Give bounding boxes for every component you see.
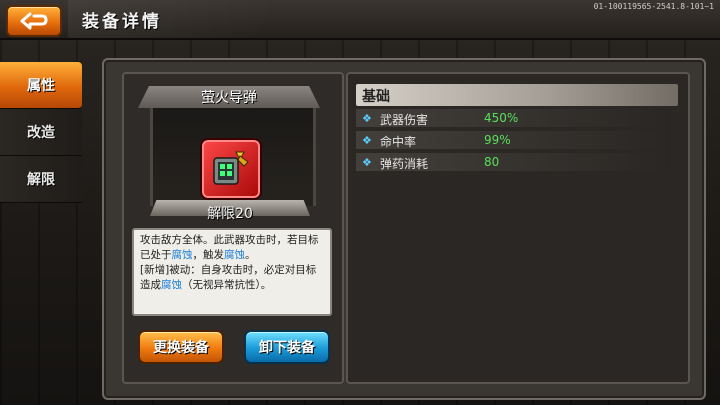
stat-row-damage: ❖ 武器伤害 450% <box>356 109 670 127</box>
stat-value: 99% <box>484 133 511 147</box>
build-id: 01-100119565-2541.8-101~1 <box>593 2 714 11</box>
top-bar: 装备详情 01-100119565-2541.8-101~1 <box>0 0 720 40</box>
tab-label: 解限 <box>27 172 55 188</box>
stats-header: 基础 <box>356 84 678 106</box>
stat-row-ammo: ❖ 弹药消耗 80 <box>356 153 670 171</box>
desc-text: 。 <box>245 249 256 261</box>
missile-pod-icon <box>213 151 249 185</box>
keyword-corrosion: 腐蚀 <box>171 249 193 261</box>
back-button[interactable] <box>6 5 62 37</box>
tab-modify[interactable]: 改造 <box>0 109 82 156</box>
stat-name: 命中率 <box>380 135 417 149</box>
keyword-corrosion: 腐蚀 <box>161 279 182 291</box>
stat-name: 武器伤害 <box>380 113 429 127</box>
tab-label: 改造 <box>27 125 55 141</box>
unequip-button[interactable]: 卸下装备 <box>244 330 330 364</box>
back-arrow-icon <box>20 12 48 30</box>
keyword-corrosion: 腐蚀 <box>224 249 245 261</box>
stat-value: 450% <box>484 111 519 125</box>
stats-header-label: 基础 <box>362 89 390 105</box>
sidebar: 属性 改造 解限 <box>0 62 82 203</box>
item-name: 萤火导弹 <box>201 90 257 106</box>
tab-limit-break[interactable]: 解限 <box>0 156 82 203</box>
item-icon-frame[interactable] <box>200 138 262 200</box>
limit-break-level: 解限20 <box>207 206 253 222</box>
stat-value: 80 <box>484 155 500 169</box>
item-description: 攻击敌方全体。此武器攻击时，若目标已处于腐蚀，触发腐蚀。 [新增]被动：自身攻击时… <box>140 233 322 293</box>
diamond-icon: ❖ <box>362 134 372 147</box>
stat-row-accuracy: ❖ 命中率 99% <box>356 131 670 149</box>
replace-equipment-button[interactable]: 更换装备 <box>138 330 224 364</box>
desc-text: （无视异常抗性）。 <box>182 279 272 291</box>
diamond-icon: ❖ <box>362 156 372 169</box>
page-title: 装备详情 <box>82 12 162 32</box>
tab-label: 属性 <box>27 78 55 94</box>
desc-text: ，触发 <box>192 249 225 261</box>
tab-attributes[interactable]: 属性 <box>0 62 82 109</box>
diamond-icon: ❖ <box>362 112 372 125</box>
item-name-plate: 萤火导弹 <box>138 86 320 108</box>
stat-name: 弹药消耗 <box>380 157 429 171</box>
